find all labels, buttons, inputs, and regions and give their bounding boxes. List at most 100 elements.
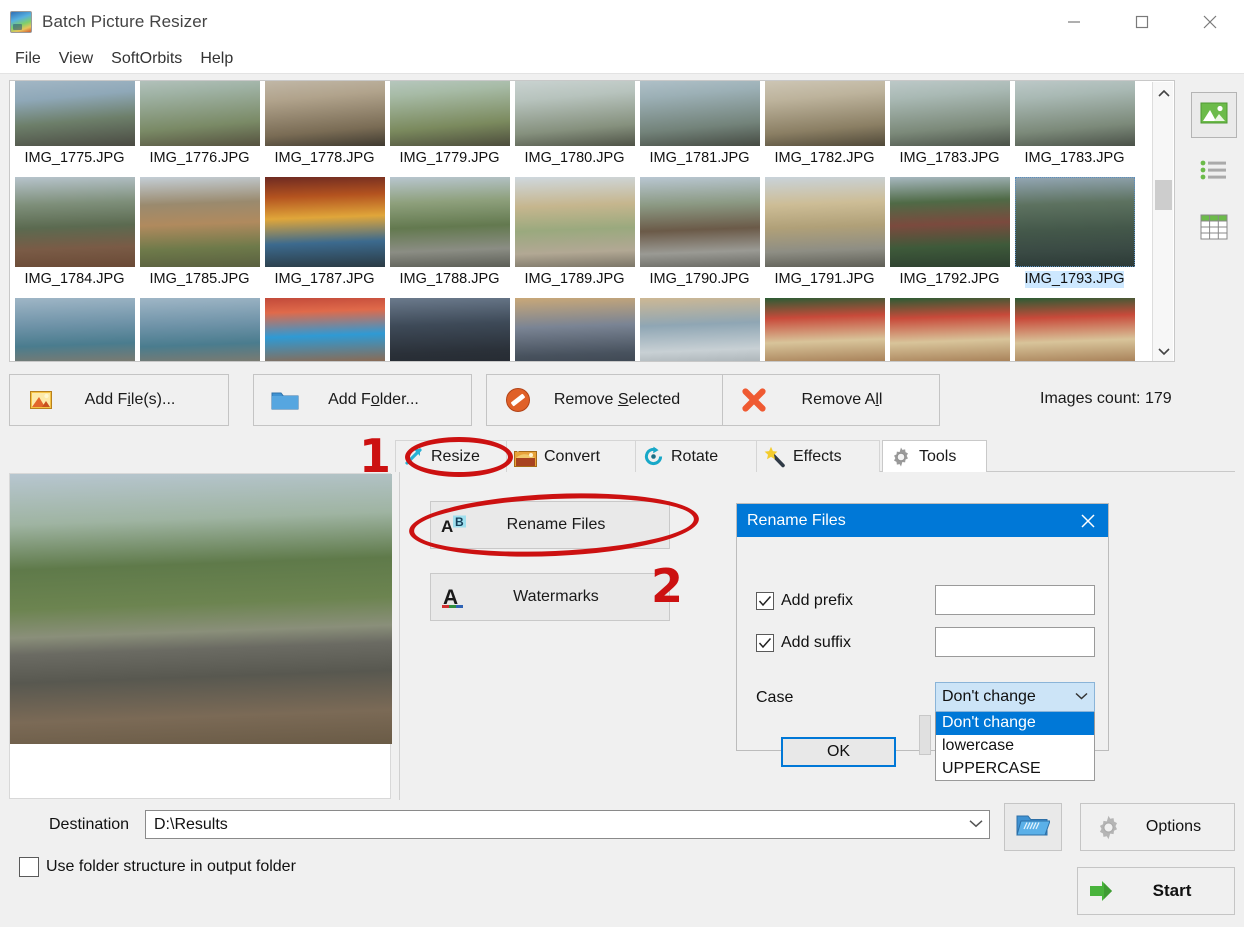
tab-effects[interactable]: Effects	[756, 440, 880, 472]
minimize-icon[interactable]	[1040, 0, 1108, 44]
tab-rotate-label: Rotate	[671, 447, 719, 465]
menu-help[interactable]: Help	[191, 48, 242, 70]
close-icon[interactable]	[1176, 0, 1244, 44]
picture-add-icon	[24, 391, 58, 409]
thumbnail-item[interactable]: IMG_1792.JPG	[887, 174, 1012, 295]
thumbnails-view-button[interactable]	[1191, 92, 1237, 138]
thumbnail-item[interactable]: IMG_1782.JPG	[762, 81, 887, 174]
start-label: Start	[1152, 881, 1192, 900]
thumbnail-item[interactable]: IMG_1779.JPG	[387, 81, 512, 174]
thumbnail-item[interactable]: IMG_1780.JPG	[512, 81, 637, 174]
thumbnail-item[interactable]: IMG_1789.JPG	[512, 174, 637, 295]
gear-icon	[1085, 814, 1131, 841]
prefix-input[interactable]	[935, 585, 1095, 615]
thumbnail-filename: IMG_1776.JPG	[149, 150, 250, 166]
thumbnail-image	[764, 298, 885, 361]
options-button[interactable]: Options	[1080, 803, 1235, 851]
case-dropdown-list: Don't change lowercase UPPERCASE	[935, 712, 1095, 782]
thumbnail-item[interactable]: IMG_1784.JPG	[12, 174, 137, 295]
thumbnail-filename: IMG_1779.JPG	[399, 150, 500, 166]
thumbnail-item[interactable]: IMG_1798.JPG	[512, 295, 637, 361]
scrollbar-thumb[interactable]	[1155, 180, 1172, 210]
thumbnail-item[interactable]: IMG_1796.JPG	[262, 295, 387, 361]
tab-resize[interactable]: Resize	[395, 440, 507, 472]
green-arrow-icon	[1082, 879, 1128, 903]
thumbnail-item[interactable]: IMG_1797.JPG	[387, 295, 512, 361]
thumbnail-item[interactable]: IMG_1802.JPG	[887, 295, 1012, 361]
remove-all-button[interactable]: Remove All	[722, 374, 940, 426]
image-preview-panel	[9, 473, 392, 799]
dialog-scrollbar-stub	[919, 715, 931, 755]
maximize-icon[interactable]	[1108, 0, 1176, 44]
chevron-down-icon[interactable]	[969, 819, 983, 831]
case-option-uppercase[interactable]: UPPERCASE	[936, 758, 1094, 781]
thumbnail-image	[264, 298, 385, 361]
tab-resize-label: Resize	[431, 447, 480, 465]
thumbnail-image	[139, 177, 260, 267]
case-dropdown[interactable]: Don't change	[935, 682, 1095, 712]
table-grid-icon	[1200, 214, 1228, 245]
thumbnail-item[interactable]: IMG_1785.JPG	[137, 174, 262, 295]
thumbnail-filename: IMG_1775.JPG	[24, 150, 125, 166]
add-files-button[interactable]: Add File(s)...	[9, 374, 229, 426]
thumbnail-filename: IMG_1783.JPG	[1024, 150, 1125, 166]
letter-a-icon: A	[431, 585, 477, 609]
rename-files-button[interactable]: A B Rename Files	[430, 501, 670, 549]
thumbnail-item[interactable]: IMG_1781.JPG	[637, 81, 762, 174]
menu-view[interactable]: View	[50, 48, 102, 70]
scroll-up-icon[interactable]	[1153, 82, 1174, 104]
thumbnail-filename: IMG_1788.JPG	[399, 271, 500, 287]
thumbnail-filename: IMG_1784.JPG	[24, 271, 125, 287]
tab-tools[interactable]: Tools	[882, 440, 987, 472]
use-folder-structure-checkbox[interactable]: Use folder structure in output folder	[19, 857, 296, 877]
thumbnail-image	[639, 298, 760, 361]
watermarks-button[interactable]: A Watermarks	[430, 573, 670, 621]
menu-file[interactable]: File	[6, 48, 50, 70]
thumbnail-filename: IMG_1791.JPG	[774, 271, 875, 287]
menu-softorbits[interactable]: SoftOrbits	[102, 48, 191, 70]
thumbnail-image	[1014, 81, 1135, 146]
thumbnail-filename: IMG_1780.JPG	[524, 150, 625, 166]
vertical-scrollbar[interactable]	[1152, 82, 1174, 361]
add-folder-button[interactable]: Add Folder...	[253, 374, 472, 426]
destination-value: D:\Results	[154, 815, 228, 833]
tab-convert[interactable]: Convert	[506, 440, 636, 472]
suffix-input[interactable]	[935, 627, 1095, 657]
tab-rotate[interactable]: Rotate	[635, 440, 757, 472]
thumbnail-scroll-area[interactable]: IMG_1775.JPG IMG_1776.JPG IMG_1778.JPG IMG_…	[10, 81, 1154, 361]
add-suffix-checkbox[interactable]: Add suffix	[756, 634, 851, 652]
browse-folder-button[interactable]	[1004, 803, 1062, 851]
thumbnail-item[interactable]: IMG_1793.JPG	[1012, 174, 1137, 295]
add-prefix-checkbox[interactable]: Add prefix	[756, 592, 853, 610]
thumbnail-item[interactable]: IMG_1783.JPG	[887, 81, 1012, 174]
thumbnail-item[interactable]: IMG_1800.JPG	[637, 295, 762, 361]
thumbnail-grid: IMG_1775.JPG IMG_1776.JPG IMG_1778.JPG IMG_…	[12, 81, 1137, 361]
thumbnail-image	[264, 81, 385, 146]
thumbnail-item[interactable]: IMG_1790.JPG	[637, 174, 762, 295]
thumbnail-item[interactable]: IMG_1801.JPG	[762, 295, 887, 361]
ok-button[interactable]: OK	[781, 737, 896, 767]
thumbnail-item[interactable]: IMG_1803.JPG	[1012, 295, 1137, 361]
watermarks-label: Watermarks	[513, 588, 599, 605]
thumbnail-item[interactable]: IMG_1778.JPG	[262, 81, 387, 174]
scroll-down-icon[interactable]	[1153, 340, 1174, 361]
destination-combobox[interactable]: D:\Results	[145, 810, 990, 839]
start-button[interactable]: Start	[1077, 867, 1235, 915]
window-title: Batch Picture Resizer	[42, 12, 208, 31]
case-option-lowercase[interactable]: lowercase	[936, 735, 1094, 758]
thumbnail-item[interactable]: IMG_1783.JPG	[1012, 81, 1137, 174]
thumbnail-item[interactable]: IMG_1787.JPG	[262, 174, 387, 295]
thumbnail-item[interactable]: IMG_1775.JPG	[12, 81, 137, 174]
details-view-button[interactable]	[1191, 206, 1237, 252]
thumbnail-item[interactable]: IMG_1795.JPG	[137, 295, 262, 361]
thumbnail-item[interactable]: IMG_1788.JPG	[387, 174, 512, 295]
case-option-dont-change[interactable]: Don't change	[936, 712, 1094, 735]
ab-rename-icon: A B	[431, 515, 477, 536]
thumbnail-image	[389, 298, 510, 361]
remove-selected-button[interactable]: Remove Selected	[486, 374, 726, 426]
close-icon[interactable]	[1074, 507, 1102, 535]
thumbnail-item[interactable]: IMG_1791.JPG	[762, 174, 887, 295]
thumbnail-item[interactable]: IMG_1776.JPG	[137, 81, 262, 174]
list-view-button[interactable]	[1191, 149, 1237, 195]
thumbnail-item[interactable]: IMG_1794.JPG	[12, 295, 137, 361]
